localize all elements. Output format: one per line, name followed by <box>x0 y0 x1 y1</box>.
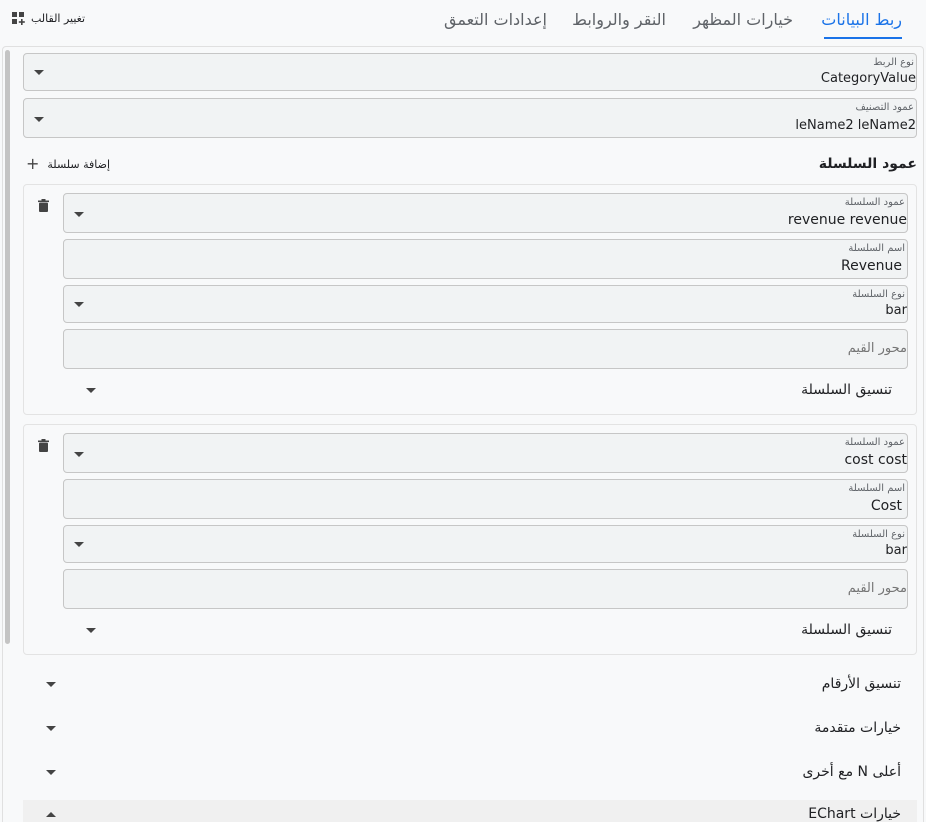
value-axis-input[interactable]: محور القيم <box>63 569 908 609</box>
value-axis-placeholder: محور القيم <box>847 341 907 356</box>
binding-type-value: CategoryValue <box>820 71 916 86</box>
accordion-advanced-options[interactable]: خيارات متقدمة <box>23 708 917 748</box>
add-series-label: إضافة سلسلة <box>47 157 111 171</box>
series-type-label: نوع السلسلة <box>852 529 905 540</box>
series-section-title: عمود السلسلة <box>818 156 917 172</box>
series-column-value: revenue revenue <box>787 212 907 228</box>
trash-icon[interactable] <box>38 199 49 212</box>
tabs-bar: ربط البيانات خيارات المظهر النقر والرواب… <box>0 0 926 44</box>
series-column-select[interactable]: عمود السلسلة cost cost <box>63 433 908 473</box>
caret-down-icon <box>34 70 44 75</box>
accordion-label: أعلى N مع أخرى <box>802 764 901 780</box>
caret-down-icon[interactable] <box>86 628 96 633</box>
caret-down-icon <box>46 682 56 687</box>
category-column-label: عمود التصنيف <box>855 102 914 113</box>
series-name-input[interactable]: اسم السلسلة Cost <box>63 479 908 519</box>
series-format-toggle[interactable]: تنسيق السلسلة <box>801 382 892 398</box>
series-type-select[interactable]: نوع السلسلة bar <box>63 285 908 323</box>
trash-icon[interactable] <box>38 439 49 452</box>
change-template-button[interactable]: تغيير القالب <box>12 12 85 25</box>
add-series-button[interactable]: إضافة سلسلة + <box>26 156 110 172</box>
accordion-number-format[interactable]: تنسيق الأرقام <box>23 664 917 704</box>
plus-icon: + <box>26 154 40 173</box>
change-template-label: تغيير القالب <box>31 12 86 25</box>
series-name-label: اسم السلسلة <box>848 483 905 494</box>
accordion-label: تنسيق الأرقام <box>821 676 901 692</box>
accordion-label: خيارات EChart <box>808 806 901 822</box>
active-tab-indicator <box>824 37 902 39</box>
series-name-value: Revenue <box>841 258 902 274</box>
vertical-scrollbar[interactable] <box>5 50 10 644</box>
caret-down-icon <box>74 542 84 547</box>
accordion-top-n-other[interactable]: أعلى N مع أخرى <box>23 752 917 792</box>
accordion-label: خيارات متقدمة <box>814 720 901 736</box>
caret-down-icon <box>74 302 84 307</box>
series-type-value: bar <box>885 543 907 558</box>
caret-down-icon[interactable] <box>86 388 96 393</box>
series-column-select[interactable]: عمود السلسلة revenue revenue <box>63 193 908 233</box>
caret-down-icon <box>34 117 44 122</box>
value-axis-placeholder: محور القيم <box>847 581 907 596</box>
value-axis-input[interactable]: محور القيم <box>63 329 908 369</box>
category-column-select[interactable]: عمود التصنيف leName2 leName2 <box>23 98 917 138</box>
accordion-echart-options[interactable]: خيارات EChart <box>23 800 917 822</box>
series-type-select[interactable]: نوع السلسلة bar <box>63 525 908 563</box>
tab-drilldown[interactable]: إعدادات التعمق <box>444 10 547 29</box>
series-type-label: نوع السلسلة <box>852 289 905 300</box>
series-column-value: cost cost <box>844 452 907 468</box>
caret-up-icon <box>46 812 56 817</box>
series-name-label: اسم السلسلة <box>848 243 905 254</box>
series-column-label: عمود السلسلة <box>844 437 905 448</box>
caret-down-icon <box>46 770 56 775</box>
series-type-value: bar <box>885 303 907 318</box>
caret-down-icon <box>74 212 84 217</box>
grid-plus-icon <box>12 12 25 25</box>
tab-appearance[interactable]: خيارات المظهر <box>693 10 793 29</box>
series-name-value: Cost <box>870 498 902 514</box>
series-format-toggle[interactable]: تنسيق السلسلة <box>801 622 892 638</box>
category-column-value: leName2 leName2 <box>795 118 916 133</box>
tab-data-binding[interactable]: ربط البيانات <box>821 10 902 29</box>
binding-type-select[interactable]: نوع الربط CategoryValue <box>23 53 917 91</box>
series-name-input[interactable]: اسم السلسلة Revenue <box>63 239 908 279</box>
caret-down-icon <box>46 726 56 731</box>
series-column-label: عمود السلسلة <box>844 197 905 208</box>
caret-down-icon <box>74 452 84 457</box>
tab-click-links[interactable]: النقر والروابط <box>572 10 666 29</box>
binding-type-label: نوع الربط <box>873 57 914 68</box>
